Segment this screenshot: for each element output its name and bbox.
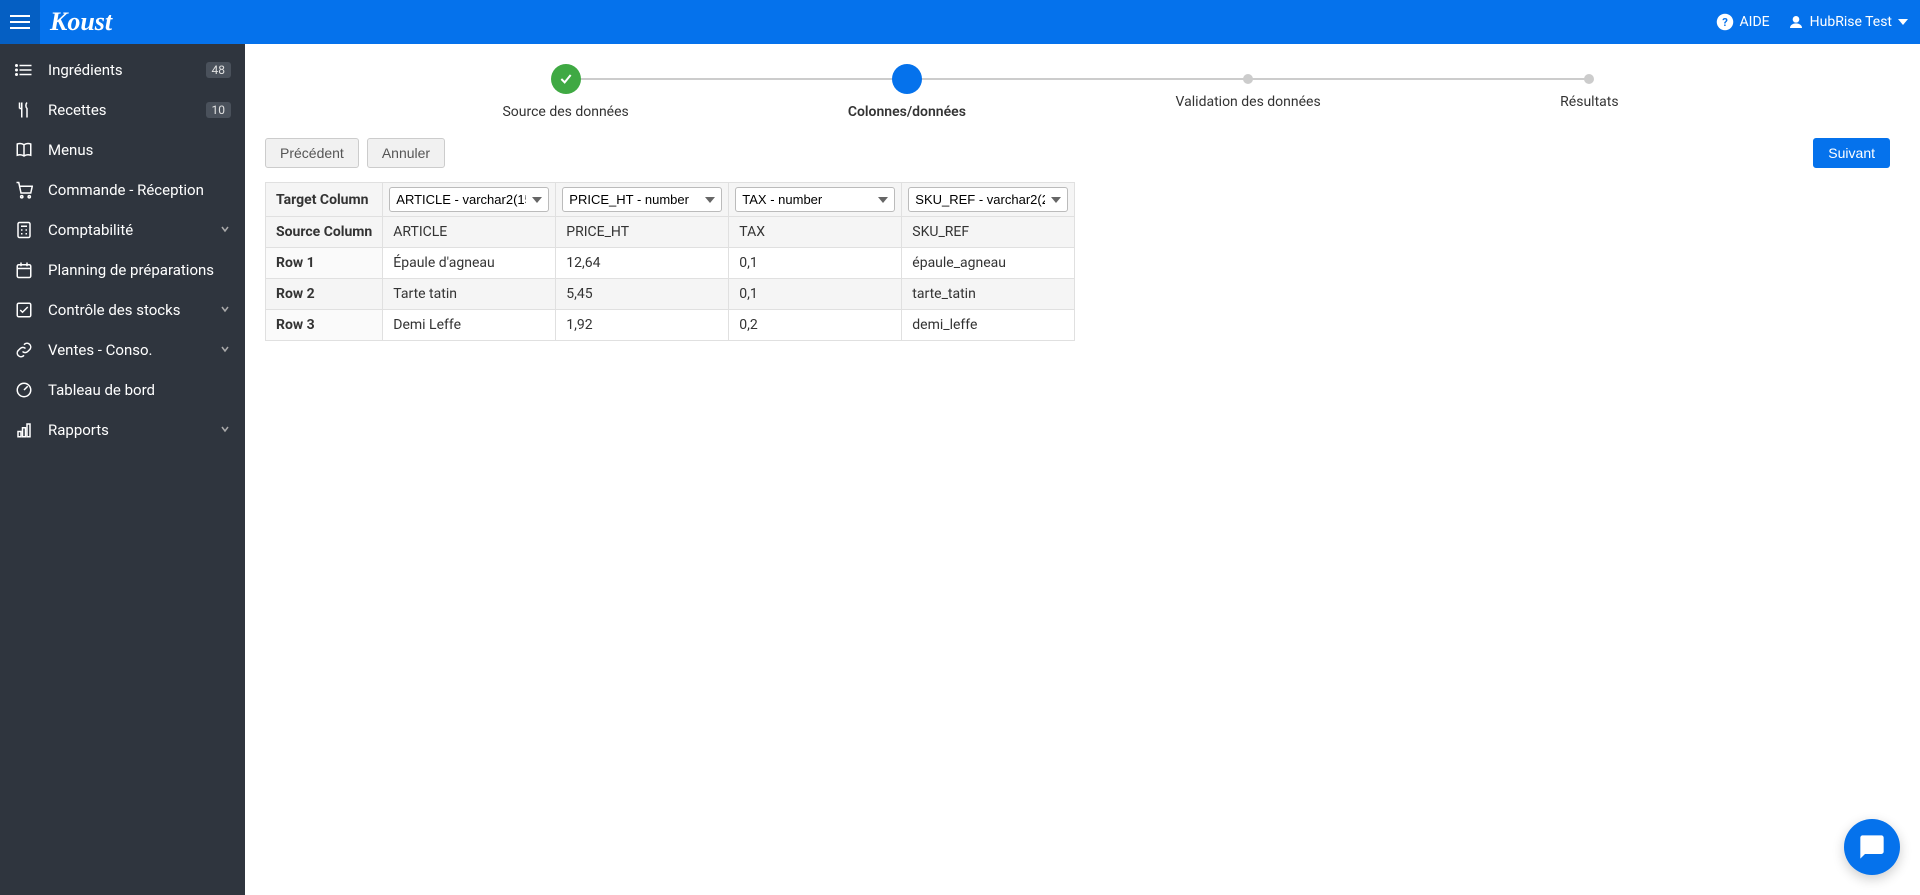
sidebar: Ingrédients 48 Recettes 10 Menus Commande - R… bbox=[0, 44, 245, 895]
link-icon bbox=[14, 340, 34, 360]
mapping-table: Target ColumnARTICLE - varchar2(150) PRIC… bbox=[265, 182, 1075, 341]
source-column-cell: TAX bbox=[729, 217, 902, 248]
sidebar-item-label: Ingrédients bbox=[48, 61, 192, 79]
step-label: Source des données bbox=[502, 104, 628, 120]
actions-row: Précédent Annuler Suivant bbox=[265, 138, 1890, 168]
data-cell: demi_leffe bbox=[902, 310, 1075, 341]
next-button[interactable]: Suivant bbox=[1813, 138, 1890, 168]
step-label: Colonnes/données bbox=[848, 104, 966, 120]
target-column-select[interactable]: TAX - number bbox=[735, 187, 895, 212]
wizard-step: Validation des données bbox=[1078, 64, 1419, 110]
sidebar-item[interactable]: Ventes - Conso. bbox=[0, 330, 245, 370]
data-cell: Demi Leffe bbox=[383, 310, 556, 341]
wizard-step: Colonnes/données bbox=[736, 64, 1077, 120]
data-cell: 0,1 bbox=[729, 248, 902, 279]
user-menu[interactable]: HubRise Test bbox=[1788, 14, 1908, 30]
sidebar-item[interactable]: Recettes 10 bbox=[0, 90, 245, 130]
chevron-down-icon bbox=[219, 301, 231, 319]
reports-icon bbox=[14, 420, 34, 440]
target-column-select[interactable]: PRICE_HT - number bbox=[562, 187, 722, 212]
step-dot bbox=[892, 64, 922, 94]
row-label: Row 1 bbox=[266, 248, 383, 279]
step-label: Validation des données bbox=[1176, 94, 1321, 110]
data-cell: 12,64 bbox=[556, 248, 729, 279]
cart-icon bbox=[14, 180, 34, 200]
app-header: Koust ? AIDE HubRise Test bbox=[0, 0, 1920, 44]
sidebar-item[interactable]: Contrôle des stocks bbox=[0, 290, 245, 330]
target-column-cell: TAX - number bbox=[729, 183, 902, 217]
step-dot bbox=[1243, 74, 1253, 84]
brand-logo[interactable]: Koust bbox=[50, 7, 112, 37]
sidebar-item[interactable]: Menus bbox=[0, 130, 245, 170]
gauge-icon bbox=[14, 380, 34, 400]
data-cell: 1,92 bbox=[556, 310, 729, 341]
wizard-stepper: Source des données Colonnes/données Valida… bbox=[395, 64, 1760, 120]
sidebar-badge: 48 bbox=[206, 62, 232, 78]
user-icon bbox=[1788, 14, 1804, 30]
row-label: Row 2 bbox=[266, 279, 383, 310]
help-label: AIDE bbox=[1740, 14, 1770, 30]
wizard-step: Résultats bbox=[1419, 64, 1760, 110]
hamburger-menu[interactable] bbox=[0, 0, 40, 44]
target-column-cell: PRICE_HT - number bbox=[556, 183, 729, 217]
chevron-down-icon bbox=[219, 421, 231, 439]
svg-text:?: ? bbox=[1722, 16, 1728, 29]
data-cell: tarte_tatin bbox=[902, 279, 1075, 310]
calendar-icon bbox=[14, 260, 34, 280]
target-column-select[interactable]: SKU_REF - varchar2(255) bbox=[908, 187, 1068, 212]
data-cell: 5,45 bbox=[556, 279, 729, 310]
sidebar-item-label: Menus bbox=[48, 141, 231, 159]
source-column-header: Source Column bbox=[266, 217, 383, 248]
source-column-cell: PRICE_HT bbox=[556, 217, 729, 248]
sidebar-item-label: Planning de préparations bbox=[48, 261, 231, 279]
calc-icon bbox=[14, 220, 34, 240]
data-cell: 0,1 bbox=[729, 279, 902, 310]
chevron-down-icon bbox=[219, 341, 231, 359]
menu-icon bbox=[10, 14, 30, 30]
help-link[interactable]: ? AIDE bbox=[1716, 13, 1770, 31]
sidebar-item[interactable]: Rapports bbox=[0, 410, 245, 450]
sidebar-item-label: Ventes - Conso. bbox=[48, 341, 205, 359]
target-column-cell: ARTICLE - varchar2(150) bbox=[383, 183, 556, 217]
row-label: Row 3 bbox=[266, 310, 383, 341]
sidebar-item-label: Recettes bbox=[48, 101, 192, 119]
utensils-icon bbox=[14, 100, 34, 120]
data-cell: Tarte tatin bbox=[383, 279, 556, 310]
wizard-step: Source des données bbox=[395, 64, 736, 120]
chevron-down-icon bbox=[219, 221, 231, 239]
step-dot bbox=[551, 64, 581, 94]
user-label: HubRise Test bbox=[1810, 14, 1892, 30]
sidebar-badge: 10 bbox=[206, 102, 232, 118]
sidebar-item[interactable]: Ingrédients 48 bbox=[0, 50, 245, 90]
sidebar-item[interactable]: Commande - Réception bbox=[0, 170, 245, 210]
help-icon: ? bbox=[1716, 13, 1734, 31]
source-column-cell: ARTICLE bbox=[383, 217, 556, 248]
sidebar-item-label: Contrôle des stocks bbox=[48, 301, 205, 319]
prev-button[interactable]: Précédent bbox=[265, 138, 359, 168]
sidebar-item[interactable]: Comptabilité bbox=[0, 210, 245, 250]
sidebar-item-label: Rapports bbox=[48, 421, 205, 439]
data-cell: 0,2 bbox=[729, 310, 902, 341]
cancel-button[interactable]: Annuler bbox=[367, 138, 445, 168]
sidebar-item-label: Commande - Réception bbox=[48, 181, 231, 199]
step-label: Résultats bbox=[1560, 94, 1618, 110]
book-icon bbox=[14, 140, 34, 160]
data-cell: épaule_agneau bbox=[902, 248, 1075, 279]
check-icon bbox=[14, 300, 34, 320]
data-cell: Épaule d'agneau bbox=[383, 248, 556, 279]
target-column-cell: SKU_REF - varchar2(255) bbox=[902, 183, 1075, 217]
chevron-down-icon bbox=[1898, 19, 1908, 25]
sidebar-item[interactable]: Planning de préparations bbox=[0, 250, 245, 290]
list-icon bbox=[14, 60, 34, 80]
sidebar-item[interactable]: Tableau de bord bbox=[0, 370, 245, 410]
chat-widget[interactable] bbox=[1844, 819, 1900, 875]
sidebar-item-label: Comptabilité bbox=[48, 221, 205, 239]
source-column-cell: SKU_REF bbox=[902, 217, 1075, 248]
main-content: Source des données Colonnes/données Valida… bbox=[245, 44, 1920, 895]
step-dot bbox=[1584, 74, 1594, 84]
target-column-select[interactable]: ARTICLE - varchar2(150) bbox=[389, 187, 549, 212]
sidebar-item-label: Tableau de bord bbox=[48, 381, 231, 399]
target-column-header: Target Column bbox=[266, 183, 383, 217]
chat-icon bbox=[1858, 833, 1886, 861]
